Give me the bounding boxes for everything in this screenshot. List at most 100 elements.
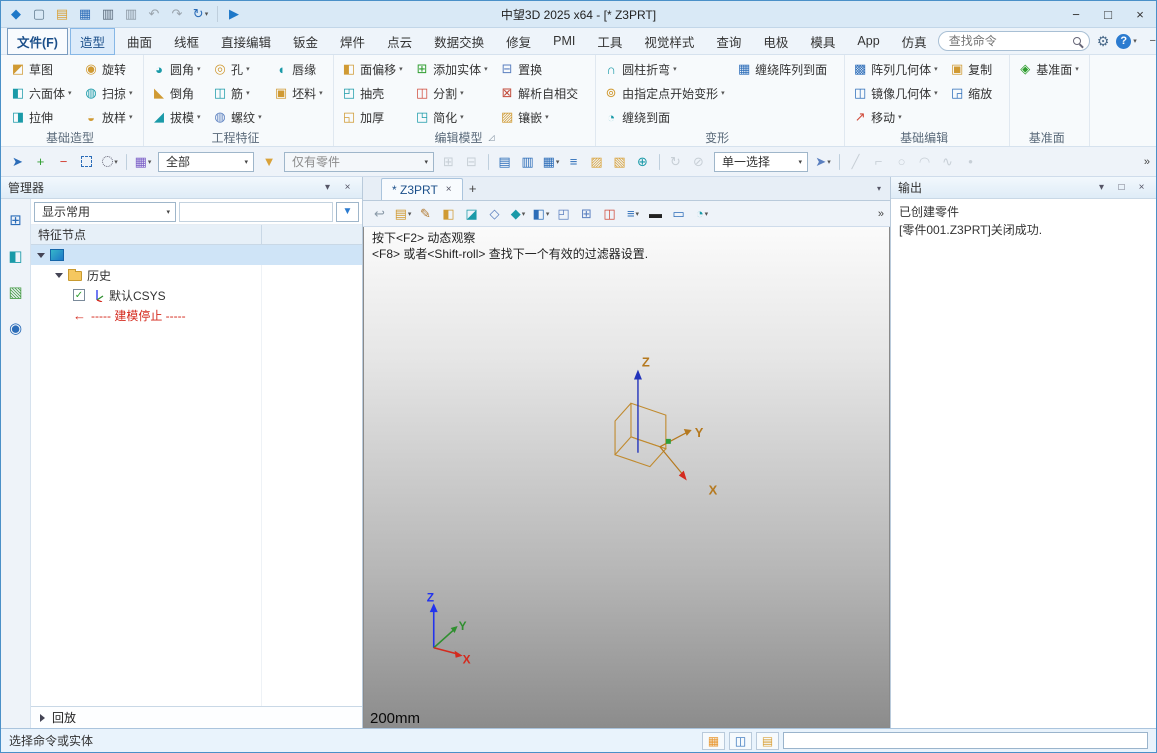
tab-file[interactable]: 文件(F) (7, 27, 68, 55)
tab-weldment[interactable]: 焊件 (330, 28, 375, 55)
sheet-new-icon[interactable]: ▤ ▾ (392, 203, 414, 225)
tab-shape[interactable]: 造型 (69, 27, 115, 55)
tab-repair[interactable]: 修复 (496, 28, 541, 55)
expander-icon[interactable] (37, 252, 45, 258)
open-template-icon[interactable]: ▤ (52, 4, 73, 24)
tree-csys-node[interactable]: ✓ 默认CSYS (31, 285, 362, 305)
fillet-button[interactable]: ◕ 圆角 ▾ (148, 59, 207, 80)
pick-filter-icon[interactable]: ➤ ▾ (812, 151, 834, 173)
sweep-button[interactable]: ◍ 扫掠 ▾ (80, 83, 139, 104)
wrap-pattern-to-face-button[interactable]: ▦ 缠绕阵列到面 (733, 59, 840, 80)
tab-app[interactable]: App (847, 30, 889, 52)
stock-button[interactable]: ▣ 坯料 ▾ (270, 83, 329, 104)
tree-funnel-button[interactable]: ▼ (336, 201, 359, 222)
sketch-button[interactable]: ◩ 草图 (7, 59, 78, 80)
tab-mold[interactable]: 模具 (800, 28, 845, 55)
regen-icon[interactable]: ↻ ▾ (190, 4, 211, 24)
move-button[interactable]: ↗ 移动 ▾ (849, 107, 944, 128)
list-toggle-icon[interactable]: ▤ (756, 731, 779, 750)
tab-list-icon[interactable]: ▾ (868, 184, 890, 193)
add-pick-icon[interactable]: + (30, 151, 52, 173)
cylindrical-bend-button[interactable]: ∩ 圆柱折弯 ▾ (600, 59, 731, 80)
wrap-to-face-button[interactable]: ◔ 缠绕到面 (600, 107, 731, 128)
shaded-display-icon[interactable]: ◪ (461, 203, 483, 225)
tab-sheet-metal[interactable]: 钣金 (283, 28, 328, 55)
document-tab[interactable]: * Z3PRT × (381, 178, 463, 200)
sketch-pen-icon[interactable]: ✎ (415, 203, 437, 225)
separator[interactable] (659, 153, 660, 170)
close-button[interactable]: × (1124, 1, 1156, 27)
circle-tool-icon[interactable]: ○ (891, 151, 913, 173)
box-button[interactable]: ◧ 六面体 ▾ (7, 83, 78, 104)
pick-circle-icon[interactable]: ▾ (99, 151, 121, 173)
point-tool-icon[interactable]: • (960, 151, 982, 173)
separator[interactable] (126, 153, 127, 170)
save-icon[interactable]: ▦ (75, 4, 96, 24)
tab-simulation[interactable]: 仿真 (892, 28, 937, 55)
back-icon[interactable]: ↩ (369, 203, 391, 225)
bom-table-icon[interactable]: ▧ (609, 151, 631, 173)
feature-node-header[interactable]: 特征节点 (31, 225, 362, 245)
background-icon[interactable]: ▬ (645, 203, 667, 225)
entity-filter-funnel-icon[interactable]: ▼ (258, 151, 280, 173)
image-manager-icon[interactable]: ▧ (8, 283, 22, 301)
filter-add-icon[interactable]: ⊞ (438, 151, 460, 173)
align-list-icon[interactable]: ▤ (494, 151, 516, 173)
perspective-icon[interactable]: ◰ (553, 203, 575, 225)
replace-button[interactable]: ⊟ 置换 (496, 59, 591, 80)
tab-tools[interactable]: 工具 (587, 28, 632, 55)
tab-point-cloud[interactable]: 点云 (377, 28, 422, 55)
copy-button[interactable]: ▣ 复制 (946, 59, 1005, 80)
tab-surface[interactable]: 曲面 (117, 28, 162, 55)
datum-plane-button[interactable]: ◈ 基准面 ▾ (1014, 59, 1085, 80)
display-toggle-icon[interactable]: ◫ (729, 731, 752, 750)
add-shape-button[interactable]: ⊞ 添加实体 ▾ (411, 59, 494, 80)
chamfer-button[interactable]: ◣ 倒角 (148, 83, 207, 104)
arc-tool-icon[interactable]: ◠ (914, 151, 936, 173)
replay-bar[interactable]: 回放 (31, 706, 362, 728)
csys-checkbox[interactable]: ✓ (73, 289, 85, 301)
color-filter-icon[interactable]: ▦ ▾ (132, 151, 154, 173)
loft-button[interactable]: ◒ 放样 ▾ (80, 107, 139, 128)
shell-button[interactable]: ◰ 抽壳 (338, 83, 409, 104)
section-view-icon[interactable]: ◫ (599, 203, 621, 225)
offset-face-button[interactable]: ◧ 面偏移 ▾ (338, 59, 409, 80)
output-pin-icon[interactable]: ▾ (1094, 181, 1109, 195)
tree-stop-node[interactable]: ← ----- 建模停止 ----- (31, 305, 362, 325)
pick-box-icon[interactable] (76, 151, 98, 173)
divide-button[interactable]: ◫ 分割 ▾ (411, 83, 494, 104)
revolve-button[interactable]: ◉ 旋转 (80, 59, 139, 80)
remove-pick-icon[interactable]: − (53, 151, 75, 173)
manager-close-icon[interactable]: × (340, 181, 355, 195)
maximize-button[interactable]: □ (1092, 1, 1124, 27)
thread-button[interactable]: ◍ 螺纹 ▾ (209, 107, 268, 128)
viewport-border-icon[interactable]: ▭ (668, 203, 690, 225)
section-off-icon[interactable]: ⊘ (688, 151, 710, 173)
display-mode-icon[interactable]: ◆ ▾ (507, 203, 529, 225)
display-filter-select[interactable]: 全部 ▾ (158, 151, 254, 172)
line-tool-icon[interactable]: ╱ (845, 151, 867, 173)
view-orientation-icon[interactable]: ◧ ▾ (530, 203, 552, 225)
tree-filter-select[interactable]: 显示常用 ▾ (34, 201, 176, 222)
find-icon[interactable]: ◉ (9, 319, 22, 337)
appearance-icon[interactable]: ◧ (438, 203, 460, 225)
tab-pmi[interactable]: PMI (543, 30, 585, 52)
separator[interactable] (839, 153, 840, 170)
scale-button[interactable]: ◲ 缩放 (946, 83, 1005, 104)
separator[interactable] (217, 6, 218, 22)
new-file-icon[interactable]: ▢ (29, 4, 50, 24)
simplify-button[interactable]: ◳ 简化 ▾ (411, 107, 494, 128)
tab-visual-style[interactable]: 视觉样式 (634, 28, 704, 55)
tab-close-icon[interactable]: × (446, 184, 452, 195)
new-tab-button[interactable]: + (463, 179, 483, 199)
deform-from-point-button[interactable]: ⊚ 由指定点开始变形 ▾ (600, 83, 731, 104)
dialog-launcher-icon[interactable]: ◿ (489, 133, 495, 142)
link-manager-icon[interactable]: ⊕ (632, 151, 654, 173)
heal-self-intersection-button[interactable]: ⊠ 解析自相交 (496, 83, 591, 104)
tree-root-node[interactable] (31, 245, 362, 265)
view-list-icon[interactable]: ▦ ▾ (540, 151, 562, 173)
undo-icon[interactable]: ↶ (144, 4, 165, 24)
tab-inquire[interactable]: 查询 (706, 28, 751, 55)
refresh-display-icon[interactable]: ↻ (665, 151, 687, 173)
rib-button[interactable]: ◫ 筋 ▾ (209, 83, 268, 104)
